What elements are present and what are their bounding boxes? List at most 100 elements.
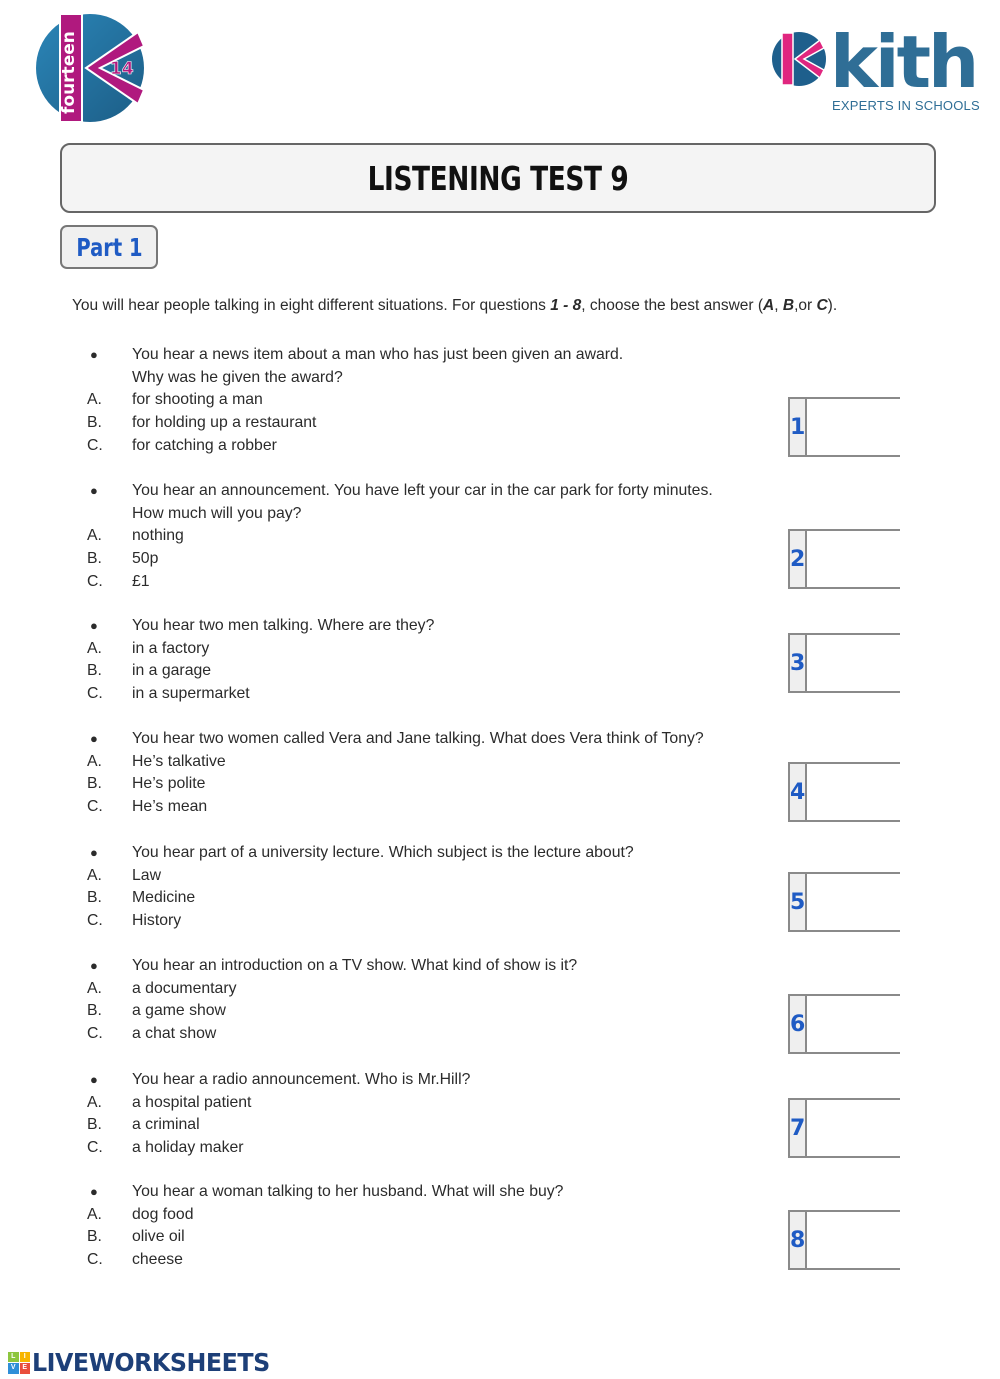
option-text: for shooting a man: [132, 391, 263, 409]
answer-input[interactable]: [807, 635, 1000, 691]
question-number: 8: [790, 1212, 808, 1268]
option-text: for holding up a restaurant: [132, 414, 317, 432]
separator: ,or: [794, 297, 817, 314]
option-text: in a factory: [132, 639, 210, 657]
bullet-icon: ●: [90, 845, 98, 860]
option-text: Medicine: [132, 889, 196, 907]
option-text: He’s polite: [132, 775, 206, 793]
option-text: He’s talkative: [132, 752, 226, 770]
option-letter: B.: [87, 1116, 102, 1134]
answer-box: 4: [788, 762, 1000, 822]
question-number: 7: [790, 1100, 808, 1156]
question-number: 4: [790, 764, 808, 820]
option-letter: A.: [87, 639, 102, 657]
liveworksheets-footer: L I V E LIVEWORKSHEETS: [8, 1348, 282, 1377]
answer-input[interactable]: [807, 764, 1000, 820]
answer-input[interactable]: [807, 996, 1000, 1052]
option-letter: A.: [87, 391, 102, 409]
liveworksheets-brand: LIVEWORKSHEETS: [32, 1348, 270, 1377]
question-prompt: You hear a radio announcement. Who is Mr…: [132, 1071, 471, 1088]
option-b-label: B: [782, 297, 795, 314]
option-letter: B.: [87, 1002, 102, 1020]
question-prompt: You hear part of a university lecture. W…: [132, 844, 634, 861]
question-number: 2: [790, 531, 808, 587]
option-letter: A.: [87, 866, 102, 884]
answer-input[interactable]: [807, 1212, 1000, 1268]
question-prompt: You hear a news item about a man who has…: [132, 346, 624, 363]
separator: ,: [774, 297, 783, 314]
option-letter: B.: [87, 414, 102, 432]
question-range: 1 - 8: [550, 297, 582, 314]
option-letter: C.: [87, 798, 103, 816]
instructions: You will hear people talking in eight di…: [72, 297, 837, 315]
answer-input[interactable]: [807, 531, 1000, 587]
option-text: dog food: [132, 1205, 194, 1223]
option-letter: C.: [87, 572, 103, 590]
option-text: £1: [132, 572, 150, 590]
part-label-box: Part 1: [60, 225, 158, 269]
fourteen-logo-icon: fourteen 14: [36, 13, 146, 123]
fourteen-logo-text: fourteen: [59, 31, 79, 114]
option-letter: C.: [87, 1025, 103, 1043]
option-a-label: A: [763, 297, 775, 314]
bullet-icon: ●: [90, 483, 98, 498]
kith-logo-word: kith: [830, 20, 979, 104]
question-prompt: Why was he given the award?: [132, 368, 343, 386]
option-letter: A.: [87, 1205, 102, 1223]
icon-letter: I: [19, 1351, 30, 1362]
option-text: 50p: [132, 550, 159, 568]
question-number: 5: [790, 874, 808, 930]
answer-box: 3: [788, 633, 1000, 693]
option-letter: A.: [87, 979, 102, 997]
instructions-text: You will hear people talking in eight di…: [72, 297, 551, 314]
kith-logo-icon: [772, 32, 826, 86]
option-letter: A.: [87, 527, 102, 545]
bullet-icon: ●: [90, 618, 98, 633]
option-text: in a garage: [132, 662, 212, 680]
bullet-icon: ●: [90, 1184, 98, 1199]
option-text: for catching a robber: [132, 436, 277, 454]
icon-letter: L: [8, 1351, 19, 1362]
question-prompt: You hear a woman talking to her husband.…: [132, 1183, 564, 1200]
answer-box: 6: [788, 994, 1000, 1054]
option-letter: A.: [87, 1093, 102, 1111]
option-text: in a supermarket: [132, 685, 250, 703]
option-letter: C.: [87, 685, 103, 703]
fourteen-logo-number: 14: [110, 59, 134, 79]
option-letter: C.: [87, 1139, 103, 1157]
icon-letter: E: [19, 1363, 30, 1374]
bullet-icon: ●: [90, 958, 98, 973]
option-text: Law: [132, 866, 161, 884]
option-text: a chat show: [132, 1025, 217, 1043]
bullet-icon: ●: [90, 1072, 98, 1087]
option-letter: B.: [87, 550, 102, 568]
question-prompt: You hear two men talking. Where are they…: [132, 617, 435, 634]
answer-box: 2: [788, 529, 1000, 589]
question-number: 3: [790, 635, 808, 691]
option-text: He’s mean: [132, 798, 208, 816]
answer-box: 8: [788, 1210, 1000, 1270]
question-number: 1: [790, 399, 808, 455]
page-title: LISTENING TEST 9: [367, 158, 629, 198]
option-letter: B.: [87, 662, 102, 680]
question-prompt: You hear an introduction on a TV show. W…: [132, 957, 578, 974]
option-letter: C.: [87, 912, 103, 930]
answer-input[interactable]: [807, 1100, 1000, 1156]
fourteen-logo: fourteen 14: [34, 12, 146, 124]
title-banner: LISTENING TEST 9: [60, 143, 936, 213]
option-letter: B.: [87, 775, 102, 793]
option-letter: B.: [87, 1228, 102, 1246]
answer-box: 1: [788, 397, 1000, 457]
bullet-icon: ●: [90, 731, 98, 746]
bullet-icon: ●: [90, 347, 98, 362]
answer-input[interactable]: [807, 874, 1000, 930]
answer-box: 7: [788, 1098, 1000, 1158]
option-text: History: [132, 912, 182, 930]
liveworksheets-icon: L I V E: [8, 1351, 30, 1374]
question-prompt: You hear two women called Vera and Jane …: [132, 730, 704, 747]
option-c-label: C: [816, 297, 828, 314]
option-letter: A.: [87, 752, 102, 770]
option-text: a hospital patient: [132, 1093, 252, 1111]
option-letter: B.: [87, 889, 102, 907]
answer-input[interactable]: [807, 399, 1000, 455]
